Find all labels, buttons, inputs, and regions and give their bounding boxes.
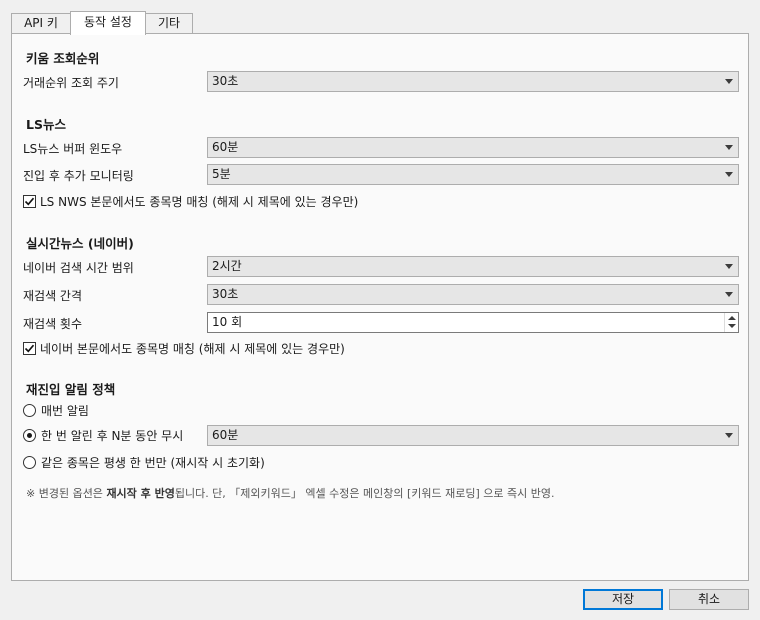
spin-down-icon[interactable] xyxy=(728,324,736,328)
section-title-ls-news: LS뉴스 xyxy=(26,117,66,132)
settings-panel: 키움 조회순위 거래순위 조회 주기 30초 LS뉴스 LS뉴스 버퍼 윈도우 … xyxy=(11,33,749,581)
chevron-down-icon xyxy=(725,264,733,269)
trade-rank-interval-value: 30초 xyxy=(212,74,239,88)
chevron-down-icon xyxy=(725,145,733,150)
ls-buffer-window-select[interactable]: 60분 xyxy=(207,137,739,158)
note-suffix: 됩니다. 단, 「제외키워드」 엑셀 수정은 메인창의 [키워드 재로딩] 으로… xyxy=(174,487,555,500)
post-entry-monitor-label: 진입 후 추가 모니터링 xyxy=(23,169,134,183)
section-title-naver: 실시간뉴스 (네이버) xyxy=(26,236,134,251)
post-entry-monitor-value: 5분 xyxy=(212,167,231,181)
research-interval-value: 30초 xyxy=(212,287,239,301)
cancel-button[interactable]: 취소 xyxy=(669,589,749,610)
note-prefix: ※ 변경된 옵션은 xyxy=(26,487,107,500)
ignore-duration-select[interactable]: 60분 xyxy=(207,425,739,446)
trade-rank-interval-select[interactable]: 30초 xyxy=(207,71,739,92)
spin-up-icon[interactable] xyxy=(728,316,736,320)
checkbox-checked-icon xyxy=(23,342,36,355)
radio-unselected-icon xyxy=(23,404,36,417)
realert-option-once-label: 같은 종목은 평생 한 번만 (재시작 시 초기화) xyxy=(41,456,265,470)
research-count-spinbox[interactable]: 10 회 xyxy=(207,312,739,333)
realert-option-always[interactable]: 매번 알림 xyxy=(23,402,89,418)
naver-search-range-value: 2시간 xyxy=(212,259,242,273)
chevron-down-icon xyxy=(725,433,733,438)
realert-option-ignore-n-min[interactable]: 한 번 알린 후 N분 동안 무시 xyxy=(23,427,183,443)
ls-buffer-window-label: LS뉴스 버퍼 윈도우 xyxy=(23,142,123,156)
realert-option-ignore-label: 한 번 알린 후 N분 동안 무시 xyxy=(41,429,184,443)
ls-body-match-checkbox[interactable]: LS NWS 본문에서도 종목명 매칭 (해제 시 제목에 있는 경우만) xyxy=(23,193,358,209)
naver-search-range-select[interactable]: 2시간 xyxy=(207,256,739,277)
tab-api-key[interactable]: API 키 xyxy=(11,13,71,34)
radio-unselected-icon xyxy=(23,456,36,469)
section-title-kiwoom: 키움 조회순위 xyxy=(26,51,100,66)
note-bold: 재시작 후 반영 xyxy=(106,487,175,500)
restart-note: ※ 변경된 옵션은 재시작 후 반영됩니다. 단, 「제외키워드」 엑셀 수정은… xyxy=(26,485,554,501)
ignore-duration-value: 60분 xyxy=(212,428,239,442)
save-button[interactable]: 저장 xyxy=(583,589,663,610)
realert-option-always-label: 매번 알림 xyxy=(41,404,89,418)
naver-body-match-checkbox[interactable]: 네이버 본문에서도 종목명 매칭 (해제 시 제목에 있는 경우만) xyxy=(23,340,345,356)
chevron-down-icon xyxy=(725,292,733,297)
research-count-label: 재검색 횟수 xyxy=(23,317,83,331)
research-interval-label: 재검색 간격 xyxy=(23,289,83,303)
research-interval-select[interactable]: 30초 xyxy=(207,284,739,305)
ls-body-match-label: LS NWS 본문에서도 종목명 매칭 (해제 시 제목에 있는 경우만) xyxy=(40,195,359,209)
chevron-down-icon xyxy=(725,79,733,84)
realert-option-once[interactable]: 같은 종목은 평생 한 번만 (재시작 시 초기화) xyxy=(23,454,265,470)
ls-buffer-window-value: 60분 xyxy=(212,140,239,154)
research-count-value: 10 회 xyxy=(212,315,243,329)
chevron-down-icon xyxy=(725,172,733,177)
checkbox-checked-icon xyxy=(23,195,36,208)
post-entry-monitor-select[interactable]: 5분 xyxy=(207,164,739,185)
naver-search-range-label: 네이버 검색 시간 범위 xyxy=(23,261,134,275)
spin-buttons[interactable] xyxy=(724,313,738,332)
tab-etc[interactable]: 기타 xyxy=(145,13,193,34)
trade-rank-interval-label: 거래순위 조회 주기 xyxy=(23,76,119,90)
tab-behavior-settings[interactable]: 동작 설정 xyxy=(70,11,146,35)
naver-body-match-label: 네이버 본문에서도 종목명 매칭 (해제 시 제목에 있는 경우만) xyxy=(40,342,345,356)
section-title-realert: 재진입 알림 정책 xyxy=(26,382,116,397)
radio-selected-icon xyxy=(23,429,36,442)
